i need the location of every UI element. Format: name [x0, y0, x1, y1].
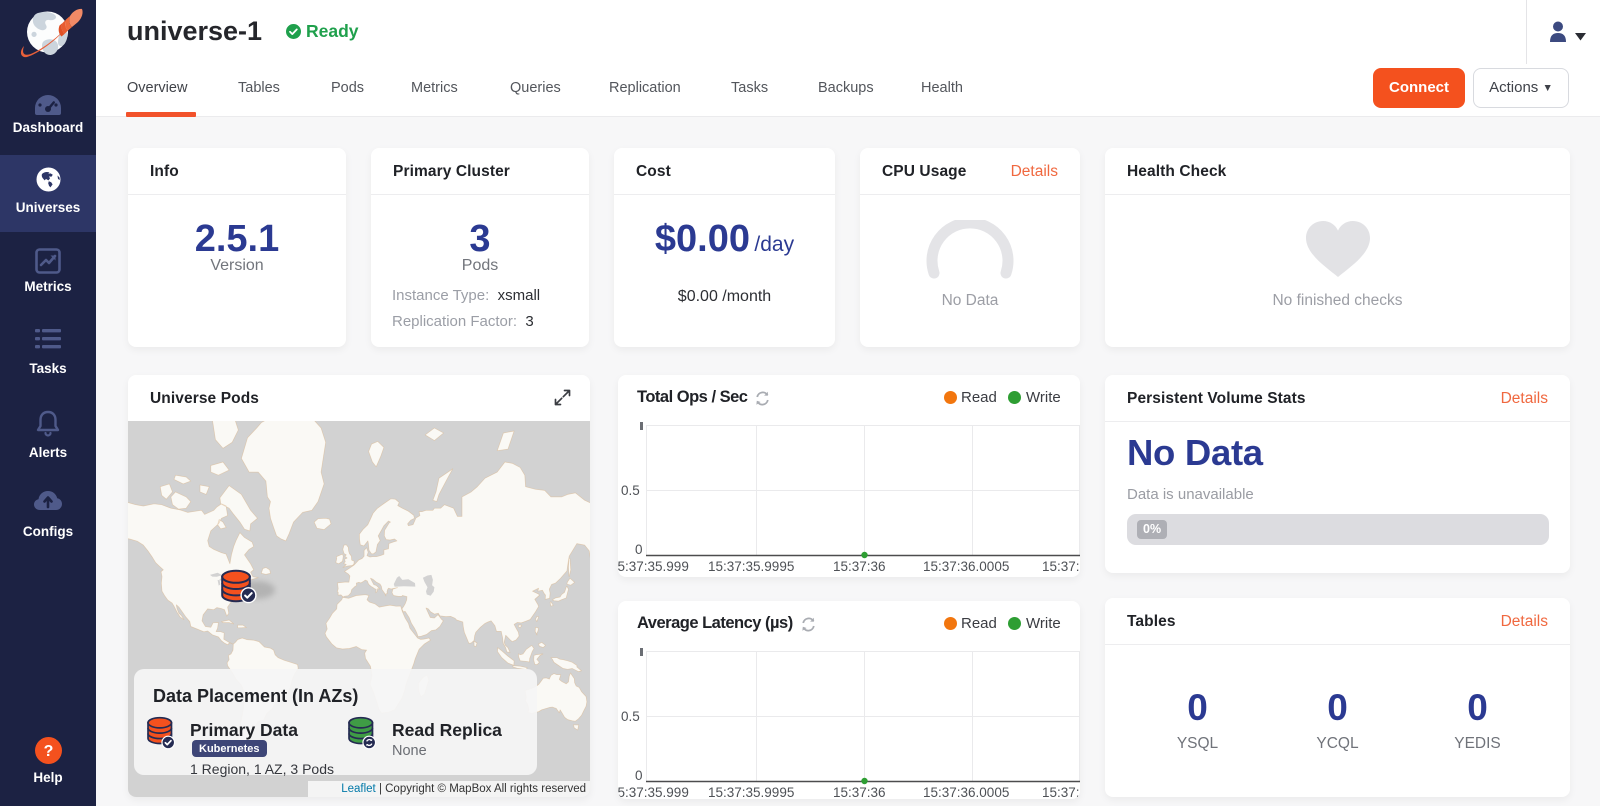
svg-text:?: ? — [43, 743, 53, 760]
